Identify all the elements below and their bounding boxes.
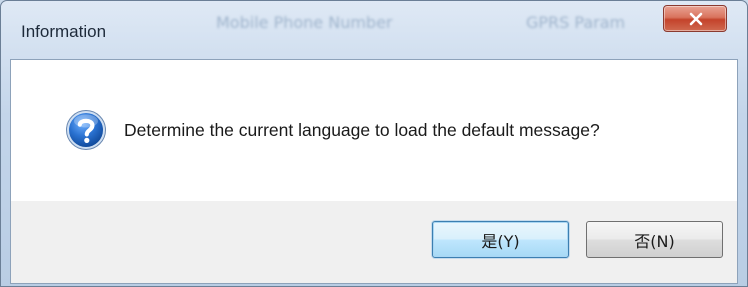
background-window-title: GPRS Param xyxy=(526,13,626,32)
dialog-message: Determine the current language to load t… xyxy=(124,120,600,140)
close-icon xyxy=(689,12,703,26)
information-dialog: Mobile Phone Number GPRS Param Informati… xyxy=(0,0,748,287)
dialog-title: Information xyxy=(21,22,107,41)
dialog-body: Determine the current language to load t… xyxy=(10,59,738,284)
close-button[interactable] xyxy=(663,5,727,32)
title-bar[interactable]: Mobile Phone Number GPRS Param Informati… xyxy=(1,1,747,59)
background-window-title: Mobile Phone Number xyxy=(216,13,393,32)
yes-button[interactable]: 是(Y) xyxy=(432,221,569,258)
no-button[interactable]: 否(N) xyxy=(586,221,723,258)
message-area: Determine the current language to load t… xyxy=(11,60,737,201)
question-icon xyxy=(66,110,106,150)
